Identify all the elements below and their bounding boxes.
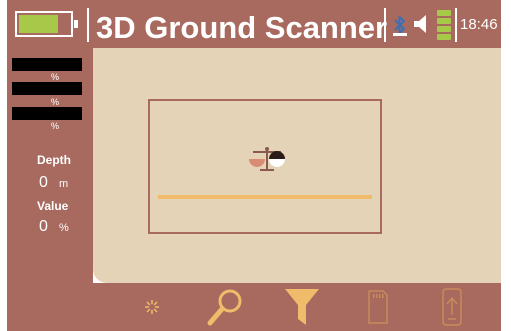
channel-3-unit: % (51, 121, 60, 131)
channel-1-value (12, 58, 82, 71)
value-label: Value (37, 199, 69, 213)
signal-strength-icon (437, 10, 451, 40)
balance-scale-icon (249, 147, 285, 171)
phone-upload-icon[interactable] (437, 285, 467, 329)
status-divider (384, 8, 386, 42)
status-bar: 3D Ground Scanner 18:46 (7, 0, 501, 48)
depth-label: Depth (37, 153, 71, 167)
channel-2-value (12, 82, 82, 95)
device-screen: 3D Ground Scanner 18:46 % % % Depth 0 m … (7, 0, 501, 331)
sd-card-icon[interactable] (362, 285, 392, 329)
battery-terminal (74, 20, 78, 28)
clock: 18:46 (460, 16, 498, 33)
search-icon[interactable] (204, 285, 248, 329)
signal-bar (437, 10, 451, 16)
signal-bar (437, 26, 451, 32)
battery-icon (15, 11, 78, 37)
signal-bar (437, 34, 451, 40)
speaker-icon (414, 15, 426, 33)
depth-value: 0 (39, 174, 48, 191)
channel-2-unit: % (51, 97, 60, 107)
channel-3-value (12, 107, 82, 120)
status-divider (87, 8, 89, 42)
bluetooth-icon (393, 16, 407, 36)
readings-panel: % % % Depth 0 m Value 0 % (7, 48, 93, 283)
value-value: 0 (39, 218, 48, 235)
filter-icon[interactable] (282, 285, 322, 329)
scan-progress-bar (158, 195, 372, 199)
channel-1-unit: % (51, 72, 60, 82)
battery-level-fill (19, 15, 58, 33)
sparkle-icon[interactable] (137, 285, 167, 329)
signal-bar (437, 18, 451, 24)
scan-frame (148, 99, 382, 234)
status-divider (455, 8, 457, 42)
app-title: 3D Ground Scanner (96, 10, 388, 45)
bottom-toolbar (7, 283, 501, 331)
depth-unit: m (59, 178, 69, 190)
value-unit: % (59, 222, 69, 234)
